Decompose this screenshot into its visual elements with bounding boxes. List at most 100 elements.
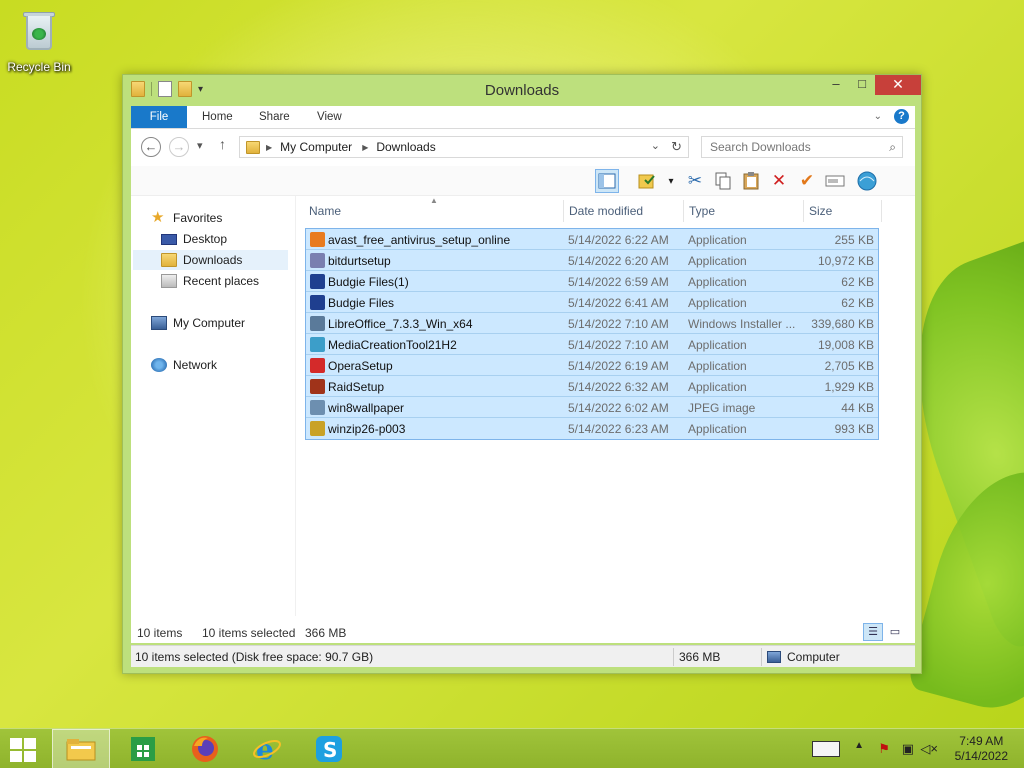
- file-icon: [310, 337, 325, 352]
- tab-view[interactable]: View: [317, 106, 342, 128]
- file-date: 5/14/2022 6:02 AM: [568, 401, 669, 415]
- rename-icon[interactable]: [823, 169, 847, 193]
- globe-icon[interactable]: [855, 169, 879, 193]
- file-icon: [310, 253, 325, 268]
- nav-desktop[interactable]: Desktop: [161, 229, 227, 249]
- table-row[interactable]: Budgie Files 5/14/2022 6:41 AM Application…: [306, 292, 878, 313]
- forward-button[interactable]: →: [169, 137, 189, 157]
- nav-network[interactable]: Network: [151, 355, 217, 375]
- back-button[interactable]: ←: [141, 137, 161, 157]
- file-date: 5/14/2022 7:10 AM: [568, 338, 669, 352]
- clock-time: 7:49 AM: [959, 734, 1004, 748]
- network-status-icon[interactable]: ▣: [902, 741, 914, 757]
- file-size: 993 KB: [834, 422, 874, 436]
- maximize-button[interactable]: □: [849, 75, 875, 95]
- taskbar-skype[interactable]: S: [300, 729, 358, 768]
- recycle-bin-shortcut[interactable]: Recycle Bin: [6, 6, 72, 74]
- table-row[interactable]: bitdurtsetup 5/14/2022 6:20 AM Application…: [306, 250, 878, 271]
- explorer-window: ▾ Downloads – □ ✕ File Home Share View ⌄…: [122, 74, 922, 674]
- copy-icon[interactable]: [711, 169, 735, 193]
- start-button[interactable]: [10, 738, 38, 762]
- firefox-icon: [192, 736, 218, 762]
- column-date-modified[interactable]: Date modified: [569, 204, 643, 218]
- nav-my-computer[interactable]: My Computer: [151, 313, 245, 333]
- file-name: LibreOffice_7.3.3_Win_x64: [328, 317, 473, 331]
- nav-recent-places[interactable]: Recent places: [161, 271, 259, 291]
- table-row[interactable]: OperaSetup 5/14/2022 6:19 AM Application 2,…: [306, 355, 878, 376]
- taskbar-internet-explorer[interactable]: e: [238, 729, 296, 768]
- expand-ribbon-chevron-icon[interactable]: ⌄: [874, 111, 882, 122]
- clock-date: 5/14/2022: [954, 749, 1008, 763]
- item-count: 10 items: [137, 626, 183, 640]
- desktop-icon: [161, 233, 177, 245]
- table-row[interactable]: Budgie Files(1) 5/14/2022 6:59 AM Applicat…: [306, 271, 878, 292]
- title-bar[interactable]: ▾ Downloads – □ ✕: [123, 75, 921, 105]
- cut-icon[interactable]: ✂: [683, 169, 707, 193]
- breadcrumb-separator-icon: ▶: [362, 142, 369, 152]
- file-icon: [310, 400, 325, 415]
- column-size[interactable]: Size: [809, 204, 832, 218]
- downloads-folder-icon: [161, 253, 177, 267]
- file-size: 62 KB: [841, 275, 874, 289]
- file-name: winzip26-p003: [328, 422, 406, 436]
- file-name: bitdurtsetup: [328, 254, 391, 268]
- table-row[interactable]: win8wallpaper 5/14/2022 6:02 AM JPEG image…: [306, 397, 878, 418]
- file-type: Application: [688, 380, 747, 394]
- file-size: 2,705 KB: [824, 359, 874, 373]
- recent-locations-chevron-icon[interactable]: ▾: [197, 139, 203, 152]
- file-name: OperaSetup: [328, 359, 393, 373]
- tab-share[interactable]: Share: [259, 106, 290, 128]
- table-row[interactable]: RaidSetup 5/14/2022 6:32 AM Application 1,9…: [306, 376, 878, 397]
- volume-muted-icon[interactable]: ◁×: [920, 741, 938, 757]
- address-history-chevron-icon[interactable]: ⌄: [651, 139, 660, 152]
- table-row[interactable]: avast_free_antivirus_setup_online 5/14/20…: [306, 229, 878, 250]
- file-type: Windows Installer ...: [688, 317, 796, 331]
- taskbar-file-explorer[interactable]: [52, 729, 110, 768]
- taskbar-firefox[interactable]: [176, 729, 234, 768]
- column-name[interactable]: Name: [309, 204, 341, 218]
- content-area: ★ Favorites Desktop Downloads Recent pla…: [131, 196, 915, 643]
- file-type: Application: [688, 275, 747, 289]
- taskbar-store[interactable]: [114, 729, 172, 768]
- table-row[interactable]: MediaCreationTool21H2 5/14/2022 7:10 AM Ap…: [306, 334, 878, 355]
- preview-pane-icon[interactable]: [595, 169, 619, 193]
- help-icon[interactable]: ?: [894, 109, 909, 124]
- nav-network-label: Network: [173, 358, 218, 372]
- tab-home[interactable]: Home: [202, 106, 233, 128]
- delete-icon[interactable]: ✕: [767, 169, 791, 193]
- file-date: 5/14/2022 6:59 AM: [568, 275, 669, 289]
- up-button[interactable]: ↑: [219, 136, 226, 152]
- search-input[interactable]: Search Downloads ⌕: [701, 136, 903, 158]
- select-dropdown-chevron-icon[interactable]: ▾: [659, 169, 683, 193]
- table-row[interactable]: winzip26-p003 5/14/2022 6:23 AM Applicatio…: [306, 418, 878, 439]
- file-date: 5/14/2022 7:10 AM: [568, 317, 669, 331]
- nav-favorites[interactable]: ★ Favorites: [151, 208, 222, 228]
- check-icon[interactable]: ✔: [795, 169, 819, 193]
- close-button[interactable]: ✕: [875, 75, 921, 95]
- file-date: 5/14/2022 6:23 AM: [568, 422, 669, 436]
- details-view-icon[interactable]: ☰: [863, 623, 883, 641]
- file-icon: [310, 295, 325, 310]
- large-icons-view-icon[interactable]: ▭: [885, 623, 905, 641]
- tab-file[interactable]: File: [131, 106, 187, 128]
- touch-keyboard-icon[interactable]: [812, 741, 840, 757]
- file-name: Budgie Files(1): [328, 275, 409, 289]
- file-size: 255 KB: [834, 233, 874, 247]
- refresh-icon[interactable]: ↻: [671, 139, 682, 155]
- network-icon: [151, 358, 167, 372]
- address-bar[interactable]: ▶ My Computer ▶ Downloads ⌄ ↻: [239, 136, 689, 158]
- action-center-flag-icon[interactable]: ⚑: [878, 741, 890, 757]
- select-folder-icon[interactable]: [635, 169, 659, 193]
- breadcrumb-downloads[interactable]: Downloads: [376, 140, 435, 154]
- column-type[interactable]: Type: [689, 204, 715, 218]
- minimize-button[interactable]: –: [823, 75, 849, 95]
- table-row[interactable]: LibreOffice_7.3.3_Win_x64 5/14/2022 7:10 …: [306, 313, 878, 334]
- show-hidden-icons-chevron-icon[interactable]: ▲: [854, 740, 864, 751]
- taskbar: e S ▲ ⚑ ▣ ◁× 7:49 AM 5/14/2022: [0, 728, 1024, 768]
- nav-downloads[interactable]: Downloads: [133, 250, 288, 270]
- file-icon: [310, 232, 325, 247]
- paste-icon[interactable]: [739, 169, 763, 193]
- clock[interactable]: 7:49 AM 5/14/2022: [955, 734, 1008, 764]
- breadcrumb-my-computer[interactable]: My Computer: [280, 140, 352, 154]
- file-name: avast_free_antivirus_setup_online: [328, 233, 511, 247]
